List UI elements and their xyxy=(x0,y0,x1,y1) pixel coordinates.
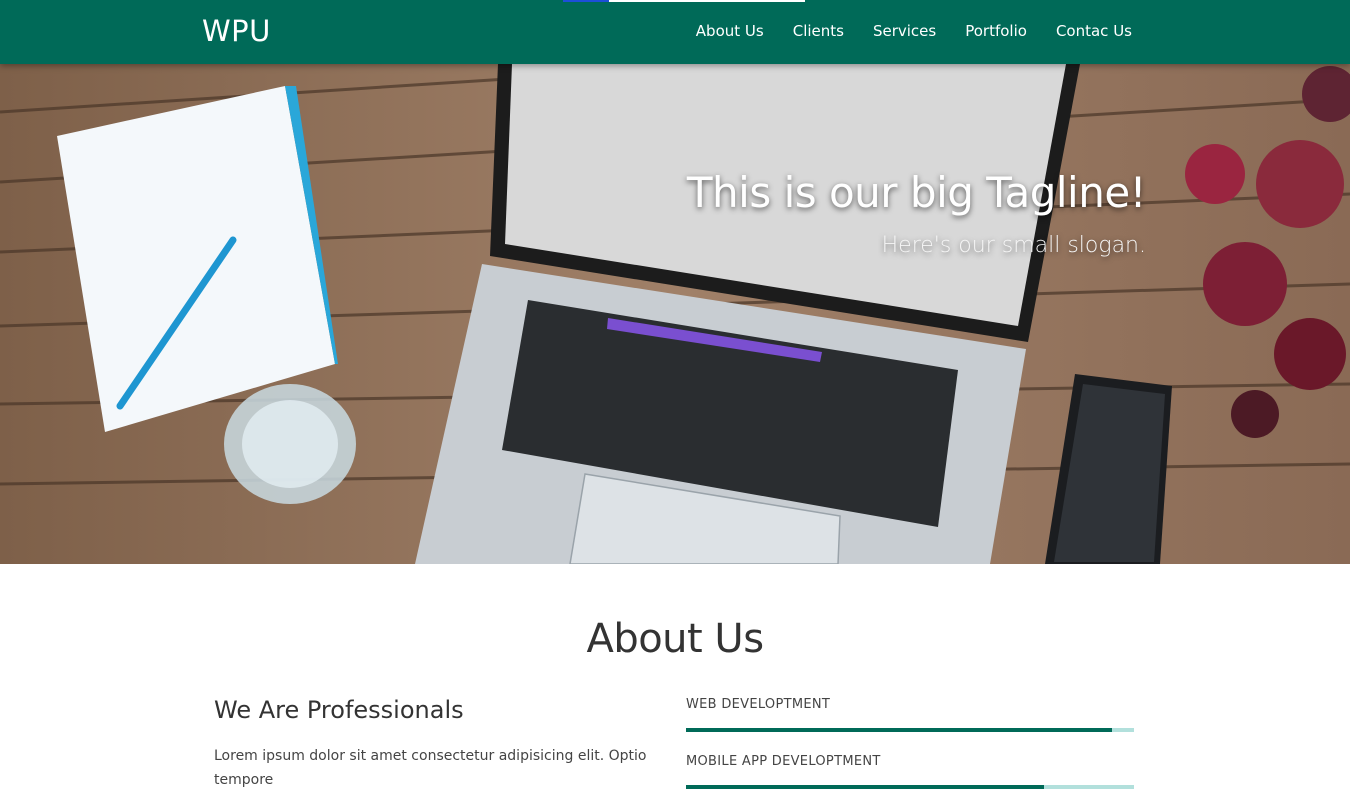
hero-jumbotron: This is our big Tagline! Here's our smal… xyxy=(0,64,1350,564)
hero-slogan: Here's our small slogan. xyxy=(881,233,1146,258)
skill-progress-fill xyxy=(686,785,1045,789)
about-intro: We Are Professionals Lorem ipsum dolor s… xyxy=(214,696,664,792)
skills-list: WEB DEVELOPTMENT MOBILE APP DEVELOPTMENT xyxy=(686,697,1134,811)
skill-progress-track xyxy=(686,785,1134,789)
hero-background-image xyxy=(0,64,1350,564)
skill-mobile: MOBILE APP DEVELOPTMENT xyxy=(686,754,1134,789)
hero-caption: This is our big Tagline! Here's our smal… xyxy=(686,168,1147,258)
glass xyxy=(224,384,356,504)
laptop xyxy=(415,64,1080,564)
nav-contact-us[interactable]: Contac Us xyxy=(1056,22,1132,40)
top-scroll-indicator xyxy=(563,0,805,2)
skill-web: WEB DEVELOPTMENT xyxy=(686,697,1134,732)
nav-clients[interactable]: Clients xyxy=(793,22,844,40)
skill-label: MOBILE APP DEVELOPTMENT xyxy=(686,754,881,769)
about-section-title: About Us xyxy=(586,616,764,662)
nav-links: About Us Clients Services Portfolio Cont… xyxy=(696,22,1132,40)
nav-services[interactable]: Services xyxy=(873,22,936,40)
nav-portfolio[interactable]: Portfolio xyxy=(965,22,1027,40)
about-text: Lorem ipsum dolor sit amet consectetur a… xyxy=(214,748,647,788)
skill-progress-fill xyxy=(686,728,1112,732)
nav-about-us[interactable]: About Us xyxy=(696,22,764,40)
navbar: WPU About Us Clients Services Portfolio … xyxy=(0,0,1350,64)
top-scroll-indicator-accent xyxy=(563,0,609,2)
skill-label: WEB DEVELOPTMENT xyxy=(686,697,831,712)
brand-logo[interactable]: WPU xyxy=(202,14,271,48)
skill-progress-track xyxy=(686,728,1134,732)
hero-tagline: This is our big Tagline! xyxy=(686,168,1147,217)
about-heading: We Are Professionals xyxy=(214,696,464,724)
